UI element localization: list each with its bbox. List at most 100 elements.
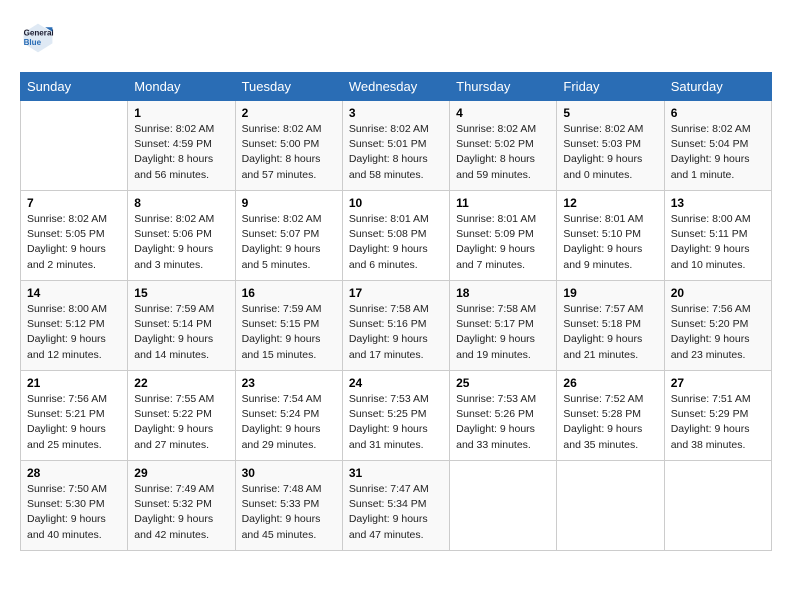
logo-icon: General Blue xyxy=(20,20,56,56)
day-number: 22 xyxy=(134,376,228,390)
calendar-cell xyxy=(664,461,771,551)
day-info: Sunrise: 8:02 AMSunset: 5:06 PMDaylight:… xyxy=(134,212,228,273)
day-number: 14 xyxy=(27,286,121,300)
day-number: 26 xyxy=(563,376,657,390)
column-header-thursday: Thursday xyxy=(450,73,557,101)
day-number: 18 xyxy=(456,286,550,300)
svg-text:Blue: Blue xyxy=(24,38,42,47)
calendar-cell: 19 Sunrise: 7:57 AMSunset: 5:18 PMDayligh… xyxy=(557,281,664,371)
day-info: Sunrise: 8:00 AMSunset: 5:12 PMDaylight:… xyxy=(27,302,121,363)
calendar-cell: 5 Sunrise: 8:02 AMSunset: 5:03 PMDaylight… xyxy=(557,101,664,191)
calendar-cell: 9 Sunrise: 8:02 AMSunset: 5:07 PMDaylight… xyxy=(235,191,342,281)
day-number: 17 xyxy=(349,286,443,300)
calendar-cell: 21 Sunrise: 7:56 AMSunset: 5:21 PMDayligh… xyxy=(21,371,128,461)
day-number: 8 xyxy=(134,196,228,210)
calendar-cell: 29Sunrise: 7:49 AMSunset: 5:32 PMDayligh… xyxy=(128,461,235,551)
calendar-table: SundayMondayTuesdayWednesdayThursdayFrid… xyxy=(20,72,772,551)
day-info: Sunrise: 8:01 AMSunset: 5:08 PMDaylight:… xyxy=(349,212,443,273)
calendar-cell: 7Sunrise: 8:02 AMSunset: 5:05 PMDaylight… xyxy=(21,191,128,281)
day-number: 28 xyxy=(27,466,121,480)
column-header-tuesday: Tuesday xyxy=(235,73,342,101)
day-number: 15 xyxy=(134,286,228,300)
calendar-cell: 20Sunrise: 7:56 AMSunset: 5:20 PMDayligh… xyxy=(664,281,771,371)
day-number: 21 xyxy=(27,376,121,390)
day-info: Sunrise: 7:58 AMSunset: 5:16 PMDaylight:… xyxy=(349,302,443,363)
day-info: Sunrise: 7:53 AMSunset: 5:26 PMDaylight:… xyxy=(456,392,550,453)
calendar-cell: 4 Sunrise: 8:02 AMSunset: 5:02 PMDaylight… xyxy=(450,101,557,191)
day-info: Sunrise: 7:56 AMSunset: 5:20 PMDaylight:… xyxy=(671,302,765,363)
calendar-cell: 23 Sunrise: 7:54 AMSunset: 5:24 PMDayligh… xyxy=(235,371,342,461)
calendar-week-row: 28 Sunrise: 7:50 AMSunset: 5:30 PMDayligh… xyxy=(21,461,772,551)
day-info: Sunrise: 7:54 AMSunset: 5:24 PMDaylight:… xyxy=(242,392,336,453)
calendar-cell: 17 Sunrise: 7:58 AMSunset: 5:16 PMDayligh… xyxy=(342,281,449,371)
day-info: Sunrise: 8:00 AMSunset: 5:11 PMDaylight:… xyxy=(671,212,765,273)
calendar-cell: 22 Sunrise: 7:55 AMSunset: 5:22 PMDayligh… xyxy=(128,371,235,461)
day-info: Sunrise: 7:48 AMSunset: 5:33 PMDaylight:… xyxy=(242,482,336,543)
calendar-cell xyxy=(450,461,557,551)
day-info: Sunrise: 8:02 AMSunset: 5:02 PMDaylight:… xyxy=(456,122,550,183)
calendar-cell: 25 Sunrise: 7:53 AMSunset: 5:26 PMDayligh… xyxy=(450,371,557,461)
day-info: Sunrise: 7:52 AMSunset: 5:28 PMDaylight:… xyxy=(563,392,657,453)
calendar-header-row: SundayMondayTuesdayWednesdayThursdayFrid… xyxy=(21,73,772,101)
day-number: 31 xyxy=(349,466,443,480)
day-number: 13 xyxy=(671,196,765,210)
page-header: General Blue xyxy=(20,20,772,56)
calendar-cell: 10 Sunrise: 8:01 AMSunset: 5:08 PMDayligh… xyxy=(342,191,449,281)
calendar-cell: 30 Sunrise: 7:48 AMSunset: 5:33 PMDayligh… xyxy=(235,461,342,551)
day-info: Sunrise: 7:50 AMSunset: 5:30 PMDaylight:… xyxy=(27,482,121,543)
day-number: 5 xyxy=(563,106,657,120)
day-number: 19 xyxy=(563,286,657,300)
day-info: Sunrise: 7:55 AMSunset: 5:22 PMDaylight:… xyxy=(134,392,228,453)
day-info: Sunrise: 8:01 AMSunset: 5:10 PMDaylight:… xyxy=(563,212,657,273)
calendar-cell xyxy=(21,101,128,191)
calendar-cell: 28 Sunrise: 7:50 AMSunset: 5:30 PMDayligh… xyxy=(21,461,128,551)
calendar-cell: 1 Sunrise: 8:02 AMSunset: 4:59 PMDaylight… xyxy=(128,101,235,191)
day-number: 30 xyxy=(242,466,336,480)
day-number: 27 xyxy=(671,376,765,390)
day-info: Sunrise: 7:59 AMSunset: 5:15 PMDaylight:… xyxy=(242,302,336,363)
column-header-friday: Friday xyxy=(557,73,664,101)
calendar-cell: 24 Sunrise: 7:53 AMSunset: 5:25 PMDayligh… xyxy=(342,371,449,461)
calendar-cell: 14 Sunrise: 8:00 AMSunset: 5:12 PMDayligh… xyxy=(21,281,128,371)
column-header-wednesday: Wednesday xyxy=(342,73,449,101)
column-header-sunday: Sunday xyxy=(21,73,128,101)
day-info: Sunrise: 8:02 AMSunset: 5:07 PMDaylight:… xyxy=(242,212,336,273)
day-number: 23 xyxy=(242,376,336,390)
day-info: Sunrise: 8:01 AMSunset: 5:09 PMDaylight:… xyxy=(456,212,550,273)
calendar-week-row: 1 Sunrise: 8:02 AMSunset: 4:59 PMDaylight… xyxy=(21,101,772,191)
day-number: 10 xyxy=(349,196,443,210)
calendar-cell: 16 Sunrise: 7:59 AMSunset: 5:15 PMDayligh… xyxy=(235,281,342,371)
calendar-week-row: 21 Sunrise: 7:56 AMSunset: 5:21 PMDayligh… xyxy=(21,371,772,461)
day-number: 4 xyxy=(456,106,550,120)
day-info: Sunrise: 8:02 AMSunset: 5:05 PMDaylight:… xyxy=(27,212,121,273)
calendar-cell: 26 Sunrise: 7:52 AMSunset: 5:28 PMDayligh… xyxy=(557,371,664,461)
calendar-cell: 12 Sunrise: 8:01 AMSunset: 5:10 PMDayligh… xyxy=(557,191,664,281)
day-info: Sunrise: 8:02 AMSunset: 5:00 PMDaylight:… xyxy=(242,122,336,183)
day-info: Sunrise: 8:02 AMSunset: 5:04 PMDaylight:… xyxy=(671,122,765,183)
day-number: 12 xyxy=(563,196,657,210)
logo: General Blue xyxy=(20,20,60,56)
calendar-cell: 15 Sunrise: 7:59 AMSunset: 5:14 PMDayligh… xyxy=(128,281,235,371)
calendar-cell xyxy=(557,461,664,551)
day-info: Sunrise: 7:49 AMSunset: 5:32 PMDaylight:… xyxy=(134,482,228,543)
day-number: 9 xyxy=(242,196,336,210)
day-info: Sunrise: 7:58 AMSunset: 5:17 PMDaylight:… xyxy=(456,302,550,363)
day-number: 2 xyxy=(242,106,336,120)
calendar-week-row: 7Sunrise: 8:02 AMSunset: 5:05 PMDaylight… xyxy=(21,191,772,281)
day-info: Sunrise: 7:51 AMSunset: 5:29 PMDaylight:… xyxy=(671,392,765,453)
day-number: 16 xyxy=(242,286,336,300)
calendar-week-row: 14 Sunrise: 8:00 AMSunset: 5:12 PMDayligh… xyxy=(21,281,772,371)
calendar-cell: 31Sunrise: 7:47 AMSunset: 5:34 PMDayligh… xyxy=(342,461,449,551)
day-number: 1 xyxy=(134,106,228,120)
day-info: Sunrise: 7:53 AMSunset: 5:25 PMDaylight:… xyxy=(349,392,443,453)
day-info: Sunrise: 7:59 AMSunset: 5:14 PMDaylight:… xyxy=(134,302,228,363)
day-number: 25 xyxy=(456,376,550,390)
day-info: Sunrise: 8:02 AMSunset: 4:59 PMDaylight:… xyxy=(134,122,228,183)
day-info: Sunrise: 7:57 AMSunset: 5:18 PMDaylight:… xyxy=(563,302,657,363)
day-number: 11 xyxy=(456,196,550,210)
column-header-monday: Monday xyxy=(128,73,235,101)
day-info: Sunrise: 7:56 AMSunset: 5:21 PMDaylight:… xyxy=(27,392,121,453)
day-info: Sunrise: 8:02 AMSunset: 5:01 PMDaylight:… xyxy=(349,122,443,183)
day-number: 24 xyxy=(349,376,443,390)
day-info: Sunrise: 8:02 AMSunset: 5:03 PMDaylight:… xyxy=(563,122,657,183)
